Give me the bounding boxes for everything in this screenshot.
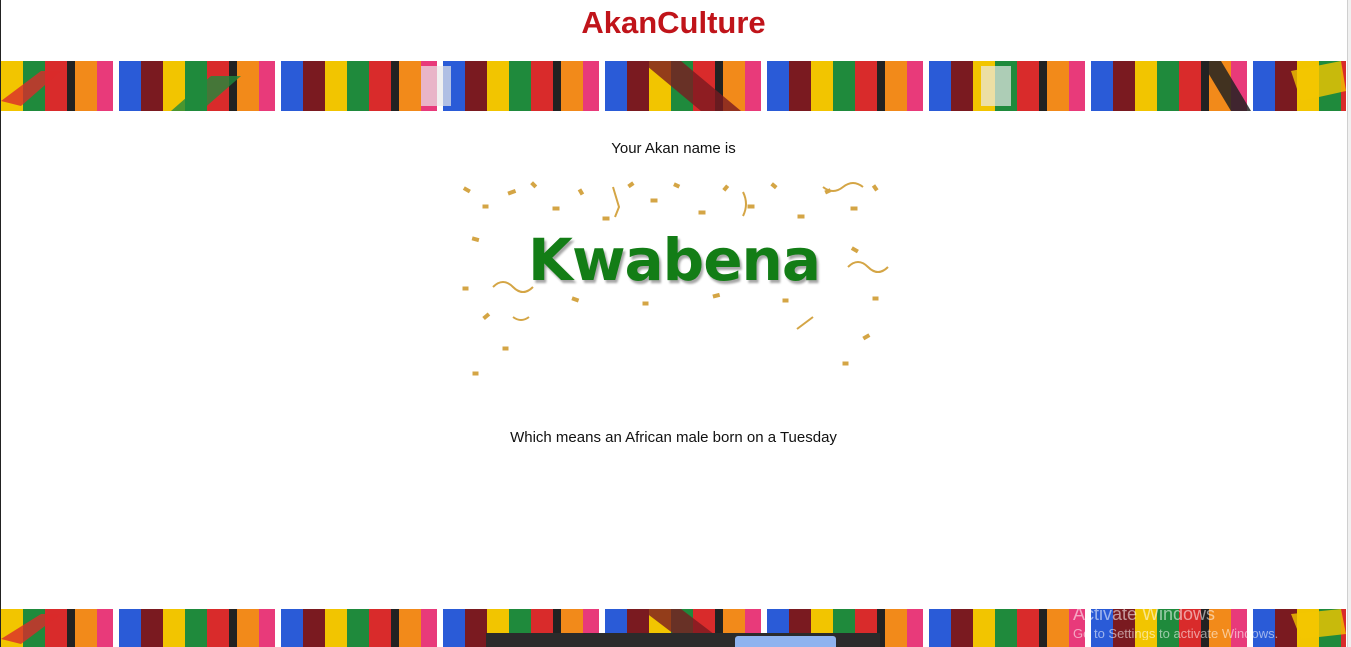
akan-name-intro: Your Akan name is xyxy=(611,140,736,157)
window-border-right xyxy=(1347,0,1351,647)
akan-name: Kwabena xyxy=(528,226,821,294)
name-meaning: Which means an African male born on a Tu… xyxy=(510,429,837,446)
windows-activation-watermark: Activate Windows Go to Settings to activ… xyxy=(1073,605,1347,640)
site-title: AkanCulture xyxy=(581,5,766,40)
taskbar-item[interactable] xyxy=(735,636,836,647)
kente-pattern-icon xyxy=(1,61,1346,111)
watermark-title: Activate Windows xyxy=(1073,604,1216,624)
watermark-subtitle: Go to Settings to activate Windows. xyxy=(1073,627,1279,640)
kente-banner-top xyxy=(1,61,1346,111)
akan-name-graphic: Kwabena xyxy=(453,177,895,377)
